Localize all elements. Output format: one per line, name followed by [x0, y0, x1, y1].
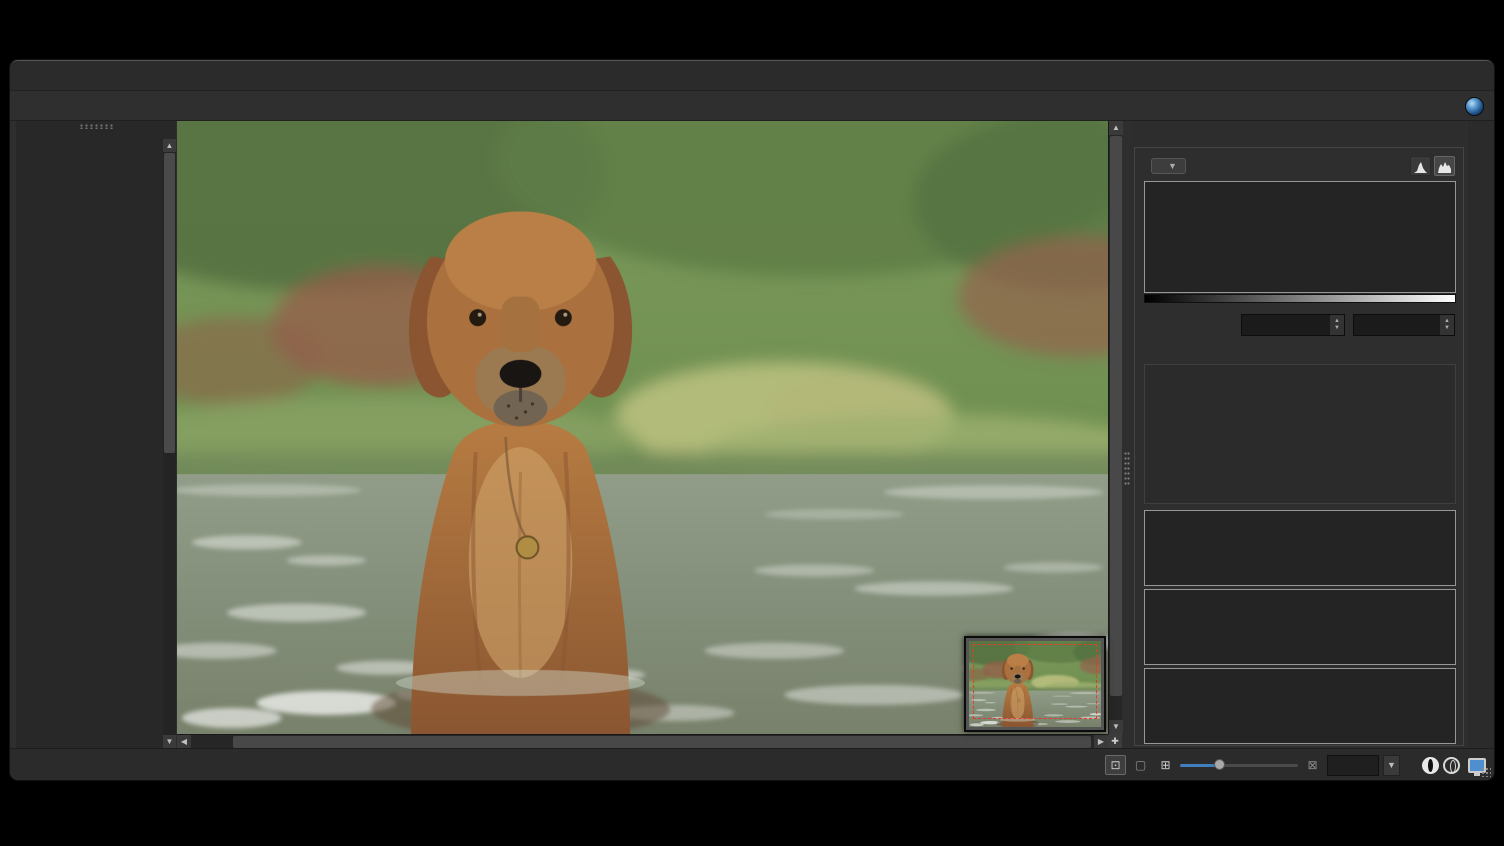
zoom-slider[interactable]: [1180, 755, 1298, 775]
thumbnail-sidebar: ▲ ▼: [16, 121, 176, 748]
green-channel-histogram: [1144, 589, 1456, 665]
main-toolbar: [10, 92, 1494, 121]
range-max-spinbox[interactable]: ▲▼: [1353, 314, 1455, 336]
chevron-down-icon: ▼: [1168, 161, 1177, 171]
zoom-fit-selection-button[interactable]: ▢: [1130, 755, 1151, 775]
statusbar-zoom-controls: ⊡ ▢ ⊞ ⊠ ▼: [1105, 749, 1486, 780]
scrollbar-thumb[interactable]: [1110, 136, 1122, 696]
scroll-down-icon[interactable]: ▼: [163, 735, 176, 748]
canvas-hscrollbar[interactable]: ◀ ▶: [177, 734, 1108, 748]
brand-area: [1458, 92, 1484, 121]
pan-tool-button[interactable]: ✚: [1108, 734, 1122, 748]
spinbox-arrows-icon[interactable]: ▲▼: [1440, 315, 1454, 335]
thumbnail-scrollbar[interactable]: ▲ ▼: [163, 139, 176, 748]
menubar: [10, 61, 1494, 91]
logarithmic-scale-button[interactable]: [1434, 156, 1455, 176]
range-min-spinbox[interactable]: ▲▼: [1241, 314, 1345, 336]
luminosity-histogram[interactable]: [1144, 181, 1456, 293]
scroll-up-icon[interactable]: ▲: [163, 139, 176, 152]
scroll-down-icon[interactable]: ▼: [1109, 720, 1123, 734]
histogram-frame: ▼: [1134, 147, 1464, 746]
blue-channel-histogram: [1144, 668, 1456, 744]
screen-background: ▲ ▼ ▲ ▼ ◀ ▶ ✚: [0, 0, 1504, 846]
editor-canvas: ▲ ▼ ◀ ▶ ✚: [177, 121, 1122, 748]
red-channel-histogram: [1144, 510, 1456, 586]
zoom-dropdown-button[interactable]: ▼: [1383, 755, 1400, 776]
histogram-gradient-strip: [1144, 294, 1456, 303]
under-exposure-indicator-button[interactable]: [1422, 757, 1439, 774]
right-side-panel: ▼: [1132, 121, 1466, 748]
linear-histogram-icon: [1414, 161, 1427, 173]
channel-select[interactable]: ▼: [1151, 158, 1186, 174]
slider-knob[interactable]: [1214, 759, 1225, 770]
right-tabstrip: [1468, 121, 1494, 748]
canvas-vscrollbar[interactable]: ▲ ▼: [1108, 121, 1122, 734]
digikam-lens-icon: [1465, 97, 1484, 116]
panel-splitter-handle[interactable]: [1124, 451, 1130, 487]
zoom-fit-window-button[interactable]: ⊡: [1105, 755, 1126, 775]
scrollbar-thumb[interactable]: [233, 736, 1091, 748]
scroll-left-icon[interactable]: ◀: [177, 735, 191, 749]
statistics-box: [1144, 364, 1456, 504]
linear-scale-button[interactable]: [1410, 156, 1431, 176]
digikam-editor-window: ▲ ▼ ▲ ▼ ◀ ▶ ✚: [10, 60, 1494, 780]
scroll-up-icon[interactable]: ▲: [1109, 121, 1123, 135]
over-exposure-indicator-button[interactable]: [1443, 757, 1460, 774]
statusbar: ⊡ ▢ ⊞ ⊠ ▼: [10, 748, 1494, 780]
spinbox-arrows-icon[interactable]: ▲▼: [1330, 315, 1344, 335]
thumbnail-list: [18, 139, 160, 748]
navigation-preview[interactable]: [964, 636, 1106, 732]
visible-region-rect[interactable]: [973, 644, 1097, 719]
sidebar-drag-handle[interactable]: [79, 124, 113, 129]
statusbar-dimensions: [780, 749, 1000, 780]
log-histogram-icon: [1438, 161, 1451, 173]
scroll-right-icon[interactable]: ▶: [1094, 735, 1108, 749]
scrollbar-thumb[interactable]: [164, 153, 175, 453]
zoom-select-icon: ⊠: [1302, 755, 1323, 775]
statusbar-selection: [440, 749, 640, 780]
zoom-100-button[interactable]: ⊞: [1155, 755, 1176, 775]
window-resize-grip[interactable]: [1481, 767, 1491, 777]
zoom-value-box[interactable]: [1327, 755, 1379, 776]
